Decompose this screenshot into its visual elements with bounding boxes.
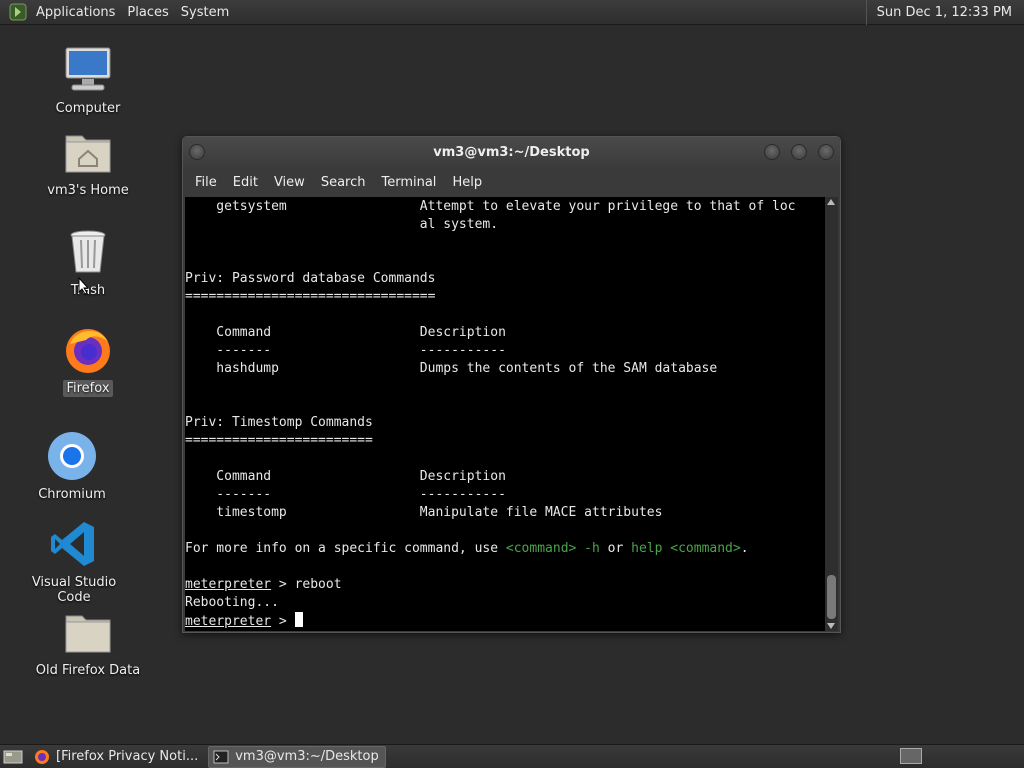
window-titlebar[interactable]: vm3@vm3:~/Desktop — [183, 137, 840, 168]
desktop-icon-computer[interactable]: Computer — [28, 44, 148, 117]
menu-edit[interactable]: Edit — [225, 175, 266, 190]
reboot-command: reboot — [294, 577, 342, 592]
desktop-icon-label: vm3's Home — [47, 183, 129, 198]
chromium-icon — [48, 432, 96, 480]
info-command-placeholder: <command> -h — [505, 541, 600, 556]
mouse-pointer-icon — [78, 277, 90, 295]
show-desktop-icon — [3, 750, 23, 763]
prompt-label: meterpreter — [185, 614, 272, 629]
desktop-icon-label: Chromium — [38, 487, 106, 502]
terminal-scrollbar[interactable] — [825, 197, 838, 631]
desktop-icon-vscode[interactable]: Visual Studio Code — [14, 518, 134, 606]
firefox-icon — [66, 329, 110, 373]
info-text: For more info on a specific command, use — [185, 541, 506, 556]
info-text: . — [740, 541, 749, 556]
terminal-line: getsystem Attempt to elevate your privil… — [185, 199, 796, 214]
taskbar-item-firefox[interactable]: [Firefox Privacy Noti... — [30, 746, 204, 768]
applications-logo-icon[interactable] — [8, 2, 28, 22]
terminal-line: ======================== — [185, 433, 373, 448]
info-text: or — [599, 541, 632, 556]
show-desktop-button[interactable] — [2, 748, 24, 766]
terminal-line: ------- ----------- — [185, 343, 506, 358]
terminal-line: Rebooting... — [185, 595, 279, 610]
terminal-line: hashdump Dumps the contents of the SAM d… — [185, 361, 718, 376]
scrollbar-thumb[interactable] — [827, 575, 836, 619]
terminal-line: ================================ — [185, 289, 436, 304]
prompt-label: meterpreter — [185, 577, 272, 592]
current-prompt-line[interactable]: meterpreter > — [185, 612, 303, 630]
menu-terminal[interactable]: Terminal — [373, 175, 444, 190]
desktop-icon-firefox[interactable]: Firefox — [28, 324, 148, 397]
menu-applications[interactable]: Applications — [30, 0, 121, 25]
desktop-icon-label: Visual Studio Code — [31, 575, 117, 605]
desktop-icon-chromium[interactable]: Chromium — [12, 430, 132, 503]
terminal-line: Priv: Password database Commands — [185, 271, 436, 286]
window-menu-button[interactable] — [189, 144, 205, 160]
taskbar-item-label: vm3@vm3:~/Desktop — [235, 749, 379, 764]
window-title: vm3@vm3:~/Desktop — [433, 145, 590, 160]
taskbar-item-label: [Firefox Privacy Noti... — [56, 749, 199, 764]
terminal-menubar: File Edit View Search Terminal Help — [183, 168, 840, 196]
computer-icon — [65, 47, 111, 91]
menu-search[interactable]: Search — [313, 175, 374, 190]
menu-file[interactable]: File — [187, 175, 225, 190]
prompt-suffix: > — [271, 577, 295, 592]
terminal-output[interactable]: getsystem Attempt to elevate your privil… — [185, 197, 826, 631]
minimize-button[interactable] — [764, 144, 780, 160]
desktop-icon-label: Old Firefox Data — [35, 663, 141, 678]
folder-icon — [65, 615, 111, 653]
top-panel: Applications Places System Sun Dec 1, 12… — [0, 0, 1024, 25]
vscode-icon — [51, 522, 94, 566]
scroll-up-arrow-icon[interactable] — [827, 199, 835, 205]
prompt-line: meterpreter > reboot — [185, 576, 342, 594]
desktop-icon-old-firefox-data[interactable]: Old Firefox Data — [28, 606, 148, 679]
desktop-icon-home[interactable]: vm3's Home — [28, 126, 148, 199]
taskbar-item-terminal[interactable]: vm3@vm3:~/Desktop — [208, 745, 386, 768]
trash-icon — [70, 230, 106, 273]
menu-system[interactable]: System — [175, 0, 235, 25]
terminal-line: Command Description — [185, 325, 506, 340]
firefox-icon — [35, 749, 49, 764]
menu-view[interactable]: View — [266, 175, 313, 190]
desktop-icon-label: Firefox — [63, 380, 113, 397]
close-button[interactable] — [818, 144, 834, 160]
menu-places[interactable]: Places — [121, 0, 174, 25]
terminal-line: al system. — [185, 217, 499, 232]
terminal-info-line: For more info on a specific command, use… — [185, 540, 749, 558]
terminal-line: timestomp Manipulate file MACE attribute… — [185, 505, 663, 520]
clock[interactable]: Sun Dec 1, 12:33 PM — [865, 0, 1024, 25]
prompt-suffix: > — [271, 614, 295, 629]
terminal-line: Priv: Timestomp Commands — [185, 415, 373, 430]
bottom-panel: [Firefox Privacy Noti... vm3@vm3:~/Deskt… — [0, 744, 1024, 768]
maximize-button[interactable] — [791, 144, 807, 160]
desktop-icon-label: Computer — [55, 101, 121, 116]
scroll-down-arrow-icon[interactable] — [827, 623, 835, 629]
workspace-switcher[interactable] — [900, 748, 922, 764]
terminal-line: ------- ----------- — [185, 487, 506, 502]
terminal-window[interactable]: vm3@vm3:~/Desktop File Edit View Search … — [182, 136, 841, 633]
text-cursor — [294, 612, 303, 627]
terminal-line: Command Description — [185, 469, 506, 484]
home-folder-icon — [65, 135, 111, 173]
info-help-command: help <command> — [631, 541, 741, 556]
terminal-icon — [213, 750, 229, 763]
menu-help[interactable]: Help — [444, 175, 490, 190]
